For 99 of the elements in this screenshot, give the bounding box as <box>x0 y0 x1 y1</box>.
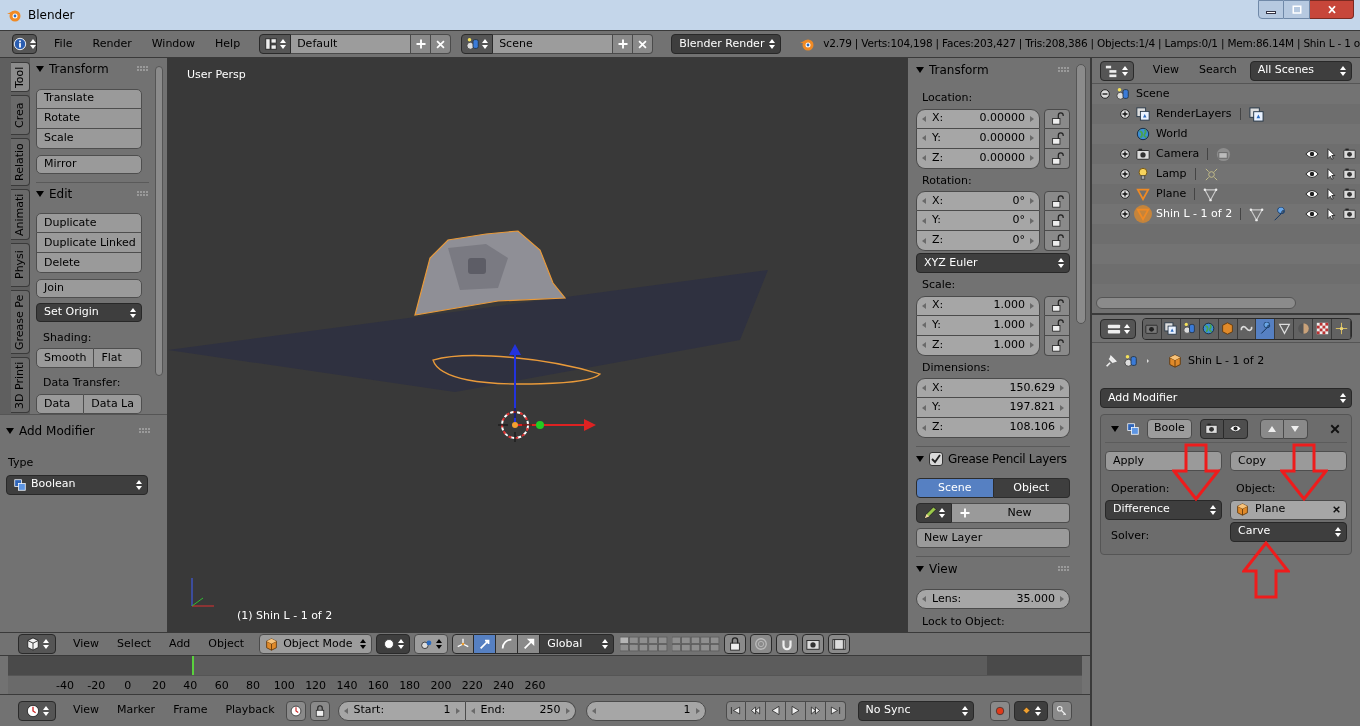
field-label: Operation: <box>1111 481 1171 497</box>
frame-tick-label: 40 <box>182 678 199 694</box>
menu-item[interactable]: Render <box>85 35 139 53</box>
view-name: User Persp <box>187 67 246 83</box>
frame-tick-label: -20 <box>86 678 107 694</box>
tab[interactable]: Object <box>993 478 1070 498</box>
new-button[interactable]: New <box>952 503 1070 523</box>
frame-tick-label: 200 <box>429 678 453 694</box>
field-label: Object: <box>1236 481 1277 497</box>
panel-title[interactable]: Grease Pencil Layers <box>948 450 1067 468</box>
menu-item[interactable]: Search <box>1191 62 1244 79</box>
tool-button[interactable]: Duplicate <box>36 213 142 234</box>
frame-tick-label: 220 <box>460 678 484 694</box>
vertical-tab[interactable]: Grease Pe <box>11 290 30 354</box>
display-filter-dropdown[interactable]: All Scenes <box>1249 60 1352 81</box>
tree-item[interactable]: Plane <box>1156 185 1187 203</box>
render-engine-dropdown[interactable]: Blender Render <box>671 34 782 54</box>
tree-item[interactable]: Scene <box>1136 85 1170 103</box>
data-transfer-button[interactable]: Data <box>36 394 85 414</box>
tool-button[interactable]: Delete <box>36 253 142 274</box>
modifier-name-field[interactable]: Boole <box>1147 418 1192 439</box>
menu-item[interactable]: File <box>47 35 80 53</box>
vertical-tab[interactable]: Physi <box>11 243 30 287</box>
field-label: Shading: <box>43 330 93 346</box>
shading-button[interactable]: Flat <box>94 348 142 369</box>
panel-title[interactable]: Transform <box>49 60 109 79</box>
menu-item[interactable]: Frame <box>166 702 215 719</box>
layout-name-field[interactable]: Default <box>291 34 412 54</box>
frame-tick-label: 60 <box>213 678 230 694</box>
active-object-label: (1) Shin L - 1 of 2 <box>237 608 333 624</box>
frame-tick-label: 100 <box>272 678 296 694</box>
field-label: Scale: <box>922 277 957 293</box>
panel-title[interactable]: Add Modifier <box>19 422 95 440</box>
frame-tick-label: 0 <box>123 678 133 694</box>
scene-statistics: v2.79 | Verts:104,198 | Faces:203,427 | Tris:208,386 | Objects:1/4 | Lamps:0/1 | Mem:86.14M | Shin L - 1 o <box>823 36 1360 52</box>
vertical-tab[interactable]: 3D Printi <box>11 357 30 413</box>
menu-item[interactable]: Add <box>162 635 198 653</box>
vertical-tab[interactable]: Animati <box>11 189 30 240</box>
frame-tick-label: 20 <box>151 678 167 694</box>
tool-button[interactable]: Translate <box>36 88 142 109</box>
frame-tick-label: -40 <box>55 678 75 694</box>
tree-item[interactable]: Camera <box>1156 145 1200 163</box>
operation-dropdown[interactable]: Difference <box>1105 499 1222 520</box>
frame-tick-label: 160 <box>366 678 390 694</box>
tool-button[interactable]: Duplicate Linked <box>36 233 142 254</box>
frame-tick-label: 140 <box>335 678 359 694</box>
panel-title[interactable]: View <box>929 560 958 578</box>
field-label: Data Transfer: <box>43 375 122 392</box>
set-origin-dropdown[interactable]: Set Origin <box>36 303 142 322</box>
add-modifier-dropdown[interactable]: Add Modifier <box>1100 388 1352 408</box>
new-layer-button[interactable]: New Layer <box>916 528 1070 548</box>
panel-title[interactable]: Edit <box>49 184 73 203</box>
menu-item[interactable]: Help <box>208 35 248 53</box>
field-label: Lock to Object: <box>922 614 1006 630</box>
menu-item[interactable]: Playback <box>218 702 282 719</box>
field-label: Solver: <box>1111 527 1151 544</box>
tool-button[interactable]: Join <box>36 279 142 299</box>
window-title: Blender <box>28 7 75 24</box>
vertical-tab[interactable]: Tool <box>11 62 30 92</box>
vertical-tab[interactable]: Relatio <box>11 138 30 186</box>
orientation-dropdown[interactable]: Global <box>540 634 615 654</box>
object-field[interactable]: Plane <box>1230 499 1347 520</box>
frame-ruler[interactable]: -40 -20 0 20 40 60 80 100 120 140 160 180 200 220 240 260 <box>8 675 1082 694</box>
shading-button[interactable]: Smooth <box>36 348 95 369</box>
frame-tick-label: 120 <box>304 678 328 694</box>
solver-dropdown[interactable]: Carve <box>1230 521 1347 542</box>
rotation-mode-dropdown[interactable]: XYZ Euler <box>916 253 1070 273</box>
menu-item[interactable]: Marker <box>110 702 163 719</box>
field-label: Rotation: <box>922 172 973 189</box>
breadcrumb-text: Shin L - 1 of 2 <box>1188 352 1265 369</box>
menu-item[interactable]: View <box>1145 62 1186 79</box>
copy-button[interactable]: Copy <box>1230 451 1347 471</box>
tree-item[interactable]: Shin L - 1 of 2 <box>1156 205 1233 223</box>
frame-tick-label: 240 <box>492 678 516 694</box>
apply-button[interactable]: Apply <box>1105 451 1222 471</box>
vertical-tab[interactable]: Crea <box>11 95 30 135</box>
field-label: Dimensions: <box>922 359 991 376</box>
frame-tick-label: 80 <box>244 678 261 694</box>
scene-name-field[interactable]: Scene <box>493 34 614 54</box>
tree-item[interactable]: World <box>1156 125 1188 143</box>
modifier-type-dropdown[interactable]: Boolean <box>6 474 148 495</box>
menu-item[interactable]: View <box>66 635 107 653</box>
data-transfer-button[interactable]: Data La <box>84 394 142 414</box>
field-label: Location: <box>922 90 974 106</box>
mode-dropdown[interactable]: Object Mode <box>259 634 373 654</box>
menu-item[interactable]: View <box>66 702 107 719</box>
sync-mode-dropdown[interactable]: No Sync <box>857 700 974 721</box>
frame-tick-label: 260 <box>523 678 547 694</box>
frame-tick-label: 180 <box>398 678 422 694</box>
tool-button[interactable]: Rotate <box>36 108 142 129</box>
tool-button[interactable]: Mirror <box>36 154 142 174</box>
tool-button[interactable]: Scale <box>36 128 142 149</box>
tab[interactable]: Scene <box>916 478 994 498</box>
menu-item[interactable]: Object <box>201 635 252 653</box>
tree-item[interactable]: Lamp <box>1156 165 1187 183</box>
menu-item[interactable]: Select <box>110 635 159 653</box>
field-label: Type <box>8 455 35 471</box>
panel-title[interactable]: Transform <box>929 61 989 79</box>
menu-item[interactable]: Window <box>144 35 203 53</box>
